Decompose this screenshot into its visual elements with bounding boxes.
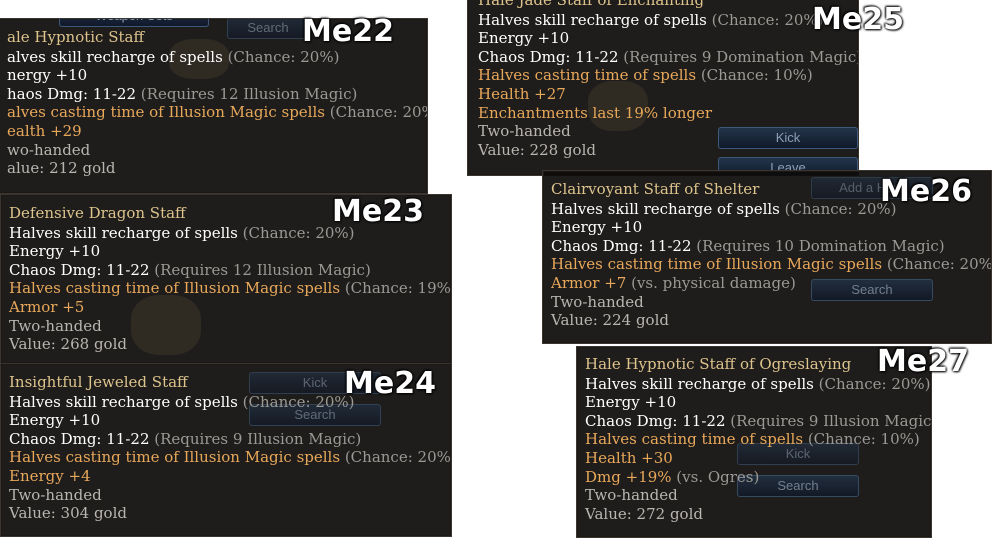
value-line: Value: 268 gold bbox=[9, 335, 127, 354]
value-line: Value: 304 gold bbox=[9, 504, 127, 523]
modifier-line: Halves casting time of spells (Chance: 1… bbox=[585, 430, 920, 449]
stat-line: Chaos Dmg: 11-22 (Requires 9 Illusion Ma… bbox=[9, 429, 362, 448]
modifier-line: Enchantments last 19% longer bbox=[478, 103, 713, 122]
label-me27: Me27 bbox=[877, 344, 969, 379]
modifier-line: Halves casting time of Illusion Magic sp… bbox=[9, 279, 452, 298]
modifier-line: Health +30 bbox=[585, 448, 673, 467]
stat-line: Chaos Dmg: 11-22 (Requires 9 Illusion Ma… bbox=[585, 411, 932, 430]
label-me24: Me24 bbox=[344, 366, 436, 401]
handed-line: Two-handed bbox=[9, 316, 102, 335]
stat-line: Energy +10 bbox=[478, 29, 570, 48]
modifier-line: ealth +29 bbox=[7, 121, 82, 140]
label-me22: Me22 bbox=[302, 14, 394, 49]
modifier-line: Halves casting time of spells (Chance: 1… bbox=[478, 66, 813, 85]
value-line: alue: 212 gold bbox=[7, 159, 116, 178]
label-me25: Me25 bbox=[812, 2, 904, 37]
stat-line: Energy +10 bbox=[585, 393, 677, 412]
modifier-line: Energy +4 bbox=[9, 466, 91, 485]
modifier-line: Health +27 bbox=[478, 84, 566, 103]
stat-line: Chaos Dmg: 11-22 (Requires 12 Illusion M… bbox=[9, 260, 371, 279]
tooltip-me25: Kick Leave Hale Jade Staff of Enchanting… bbox=[467, 0, 859, 176]
tooltip-lines: ale Hypnotic Staff alves skill recharge … bbox=[7, 28, 427, 178]
stat-line: Energy +10 bbox=[9, 242, 101, 261]
modifier-line: Dmg +19% (vs. Ogres) bbox=[585, 467, 760, 486]
value-line: Value: 228 gold bbox=[478, 140, 596, 159]
stat-line: Halves skill recharge of spells (Chance:… bbox=[478, 10, 824, 29]
stat-line: alves skill recharge of spells (Chance: … bbox=[7, 47, 340, 66]
stat-line: Energy +10 bbox=[551, 218, 643, 237]
handed-line: Two-handed bbox=[478, 122, 571, 141]
label-me23: Me23 bbox=[332, 194, 424, 229]
stat-line: Chaos Dmg: 11-22 (Requires 10 Domination… bbox=[551, 236, 945, 255]
handed-line: wo-handed bbox=[7, 140, 91, 159]
modifier-line: alves casting time of Illusion Magic spe… bbox=[7, 103, 427, 122]
item-title: Hale Jade Staff of Enchanting bbox=[478, 0, 705, 9]
item-title: Hale Hypnotic Staff of Ogreslaying bbox=[585, 355, 852, 373]
stat-line: haos Dmg: 11-22 (Requires 12 Illusion Ma… bbox=[7, 84, 358, 103]
modifier-line: Halves casting time of Illusion Magic sp… bbox=[9, 448, 452, 467]
handed-line: Two-handed bbox=[551, 292, 644, 311]
tooltip-lines: Hale Hypnotic Staff of Ogreslaying Halve… bbox=[585, 355, 932, 523]
handed-line: Two-handed bbox=[585, 486, 678, 505]
stat-line: nergy +10 bbox=[7, 66, 88, 85]
modifier-line: Armor +7 (vs. physical damage) bbox=[551, 273, 796, 292]
modifier-line: Armor +5 bbox=[9, 297, 85, 316]
modifier-line: Halves casting time of Illusion Magic sp… bbox=[551, 255, 992, 274]
stat-line: Energy +10 bbox=[9, 411, 101, 430]
value-line: Value: 224 gold bbox=[551, 311, 669, 330]
label-me26: Me26 bbox=[880, 174, 972, 209]
value-line: Value: 272 gold bbox=[585, 504, 703, 523]
tooltip-lines: Hale Jade Staff of Enchanting Halves ski… bbox=[478, 0, 859, 159]
stat-line: Halves skill recharge of spells (Chance:… bbox=[585, 374, 931, 393]
bg-weapon-sets-button[interactable]: Weapon Sets bbox=[59, 19, 209, 27]
stat-line: Chaos Dmg: 11-22 (Requires 9 Domination … bbox=[478, 47, 859, 66]
handed-line: Two-handed bbox=[9, 485, 102, 504]
